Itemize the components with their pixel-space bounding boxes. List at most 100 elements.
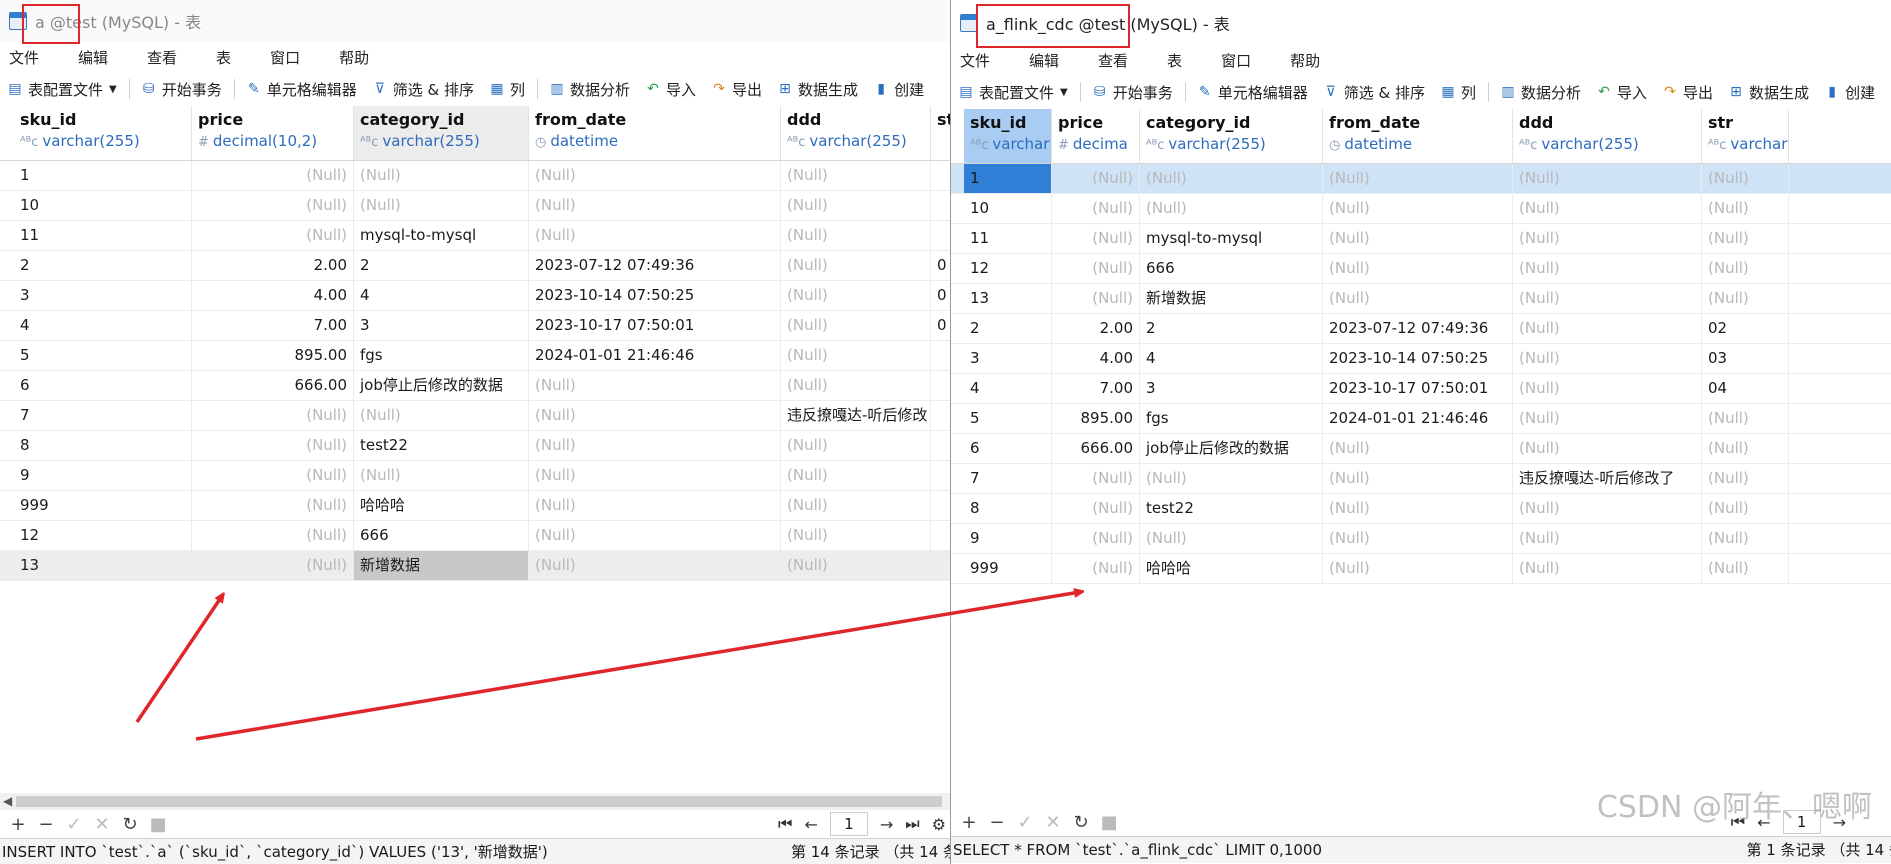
table-row[interactable]: 13 (Null) 新增数据 (Null) (Null) (Null): [951, 284, 1891, 314]
table-cell[interactable]: (Null): [192, 161, 354, 190]
table-cell[interactable]: (Null): [1052, 194, 1140, 223]
apply-icon[interactable]: ✓: [64, 814, 84, 835]
menu-view[interactable]: 查看: [147, 47, 177, 68]
table-cell[interactable]: 新增数据: [354, 551, 529, 580]
table-cell[interactable]: (Null): [354, 191, 529, 220]
table-cell[interactable]: (Null): [1323, 524, 1513, 553]
table-cell[interactable]: 666: [354, 521, 529, 550]
table-cell[interactable]: 2023-10-17 07:50:01: [529, 311, 781, 340]
table-cell[interactable]: (Null): [529, 521, 781, 550]
table-cell[interactable]: 10: [14, 191, 192, 220]
table-cell[interactable]: 哈哈哈: [354, 491, 529, 520]
table-cell[interactable]: (Null): [1140, 524, 1323, 553]
table-cell[interactable]: (Null): [529, 461, 781, 490]
table-row[interactable]: 13 (Null) 新增数据 (Null) (Null): [0, 551, 950, 581]
table-row[interactable]: 11 (Null) mysql-to-mysql (Null) (Null): [0, 221, 950, 251]
apply-icon[interactable]: ✓: [1015, 812, 1035, 833]
table-cell[interactable]: (Null): [1323, 494, 1513, 523]
table-cell[interactable]: (Null): [1323, 224, 1513, 253]
table-cell[interactable]: (Null): [192, 431, 354, 460]
table-cell[interactable]: 2.00: [192, 251, 354, 280]
table-cell[interactable]: [931, 371, 950, 400]
begin-transaction-button[interactable]: ⛁ 开始事务: [141, 79, 222, 100]
table-cell[interactable]: 13: [14, 551, 192, 580]
table-cell[interactable]: (Null): [529, 551, 781, 580]
gear-icon[interactable]: ⚙: [932, 815, 946, 834]
first-page-icon[interactable]: ⏮: [778, 814, 792, 834]
table-cell[interactable]: 2023-07-12 07:49:36: [1323, 314, 1513, 343]
table-cell[interactable]: 3: [14, 281, 192, 310]
table-cell[interactable]: [931, 521, 950, 550]
begin-transaction-button[interactable]: ⛁ 开始事务: [1092, 82, 1173, 103]
stop-icon[interactable]: ■: [1099, 812, 1119, 833]
table-cell[interactable]: (Null): [192, 551, 354, 580]
table-cell[interactable]: (Null): [1513, 344, 1702, 373]
table-profile-button[interactable]: ▤ 表配置文件 ▼: [958, 82, 1067, 103]
scroll-left-icon[interactable]: ◀: [3, 793, 12, 810]
table-cell[interactable]: 新增数据: [1140, 284, 1323, 313]
table-cell[interactable]: (Null): [781, 221, 931, 250]
table-row[interactable]: 8 (Null) test22 (Null) (Null) (Null): [951, 494, 1891, 524]
table-cell[interactable]: (Null): [1052, 554, 1140, 583]
menu-edit[interactable]: 编辑: [1029, 50, 1059, 71]
menu-help[interactable]: 帮助: [1290, 50, 1320, 71]
column-header[interactable]: from_date ◷ datetime: [529, 106, 781, 160]
table-cell[interactable]: (Null): [1702, 404, 1789, 433]
table-cell[interactable]: (Null): [529, 191, 781, 220]
table-cell[interactable]: (Null): [192, 521, 354, 550]
table-cell[interactable]: (Null): [1140, 194, 1323, 223]
table-cell[interactable]: (Null): [1323, 254, 1513, 283]
table-row[interactable]: 10 (Null) (Null) (Null) (Null) (Null): [951, 194, 1891, 224]
table-row[interactable]: 7 (Null) (Null) (Null) 违反撩嘎达-听后修改: [0, 401, 950, 431]
prev-page-icon[interactable]: ←: [1757, 813, 1770, 832]
table-cell[interactable]: (Null): [781, 281, 931, 310]
table-cell[interactable]: 2023-10-17 07:50:01: [1323, 374, 1513, 403]
columns-button[interactable]: ▦ 列: [1440, 82, 1476, 103]
table-cell[interactable]: (Null): [1052, 164, 1140, 193]
add-record-icon[interactable]: +: [959, 812, 979, 833]
table-cell[interactable]: (Null): [781, 521, 931, 550]
table-row[interactable]: 7 (Null) (Null) (Null) 违反撩嘎达-听后修改了 (Null): [951, 464, 1891, 494]
table-cell[interactable]: 02: [1702, 314, 1789, 343]
table-cell[interactable]: (Null): [1702, 434, 1789, 463]
table-cell[interactable]: (Null): [1513, 314, 1702, 343]
menu-help[interactable]: 帮助: [339, 47, 369, 68]
table-row[interactable]: 3 4.00 4 2023-10-14 07:50:25 (Null) 0: [0, 281, 950, 311]
table-cell[interactable]: (Null): [1702, 494, 1789, 523]
table-cell[interactable]: 895.00: [192, 341, 354, 370]
table-row[interactable]: 9 (Null) (Null) (Null) (Null): [0, 461, 950, 491]
table-cell[interactable]: 2023-07-12 07:49:36: [529, 251, 781, 280]
export-button[interactable]: ↷ 导出: [1662, 82, 1713, 103]
columns-button[interactable]: ▦ 列: [489, 79, 525, 100]
column-header[interactable]: st: [931, 106, 950, 160]
import-button[interactable]: ↶ 导入: [1596, 82, 1647, 103]
table-cell[interactable]: (Null): [1140, 464, 1323, 493]
table-cell[interactable]: 违反撩嘎达-听后修改: [781, 401, 931, 430]
table-cell[interactable]: (Null): [781, 491, 931, 520]
table-row[interactable]: 5 895.00 fgs 2024-01-01 21:46:46 (Null): [0, 341, 950, 371]
table-row[interactable]: 999 (Null) 哈哈哈 (Null) (Null): [0, 491, 950, 521]
table-row[interactable]: 8 (Null) test22 (Null) (Null): [0, 431, 950, 461]
create-chart-button[interactable]: ▮ 创建: [1824, 82, 1875, 103]
table-cell[interactable]: (Null): [1323, 164, 1513, 193]
first-page-icon[interactable]: ⏮: [1731, 812, 1745, 832]
table-row[interactable]: 11 (Null) mysql-to-mysql (Null) (Null) (Null): [951, 224, 1891, 254]
table-cell[interactable]: 2: [14, 251, 192, 280]
table-cell[interactable]: (Null): [781, 251, 931, 280]
table-row[interactable]: 6 666.00 job停止后修改的数据 (Null) (Null): [0, 371, 950, 401]
table-cell[interactable]: 2: [354, 251, 529, 280]
table-cell[interactable]: 2023-10-14 07:50:25: [1323, 344, 1513, 373]
table-cell[interactable]: fgs: [354, 341, 529, 370]
table-cell[interactable]: (Null): [781, 161, 931, 190]
table-cell[interactable]: (Null): [192, 491, 354, 520]
table-cell[interactable]: 2: [964, 314, 1052, 343]
table-profile-button[interactable]: ▤ 表配置文件 ▼: [7, 79, 116, 100]
discard-icon[interactable]: ✕: [1043, 812, 1063, 833]
table-row[interactable]: 10 (Null) (Null) (Null) (Null): [0, 191, 950, 221]
delete-record-icon[interactable]: −: [36, 814, 56, 835]
table-cell[interactable]: [931, 401, 950, 430]
refresh-icon[interactable]: ↻: [120, 814, 140, 835]
table-cell[interactable]: test22: [354, 431, 529, 460]
table-cell[interactable]: 6: [964, 434, 1052, 463]
table-cell[interactable]: (Null): [529, 431, 781, 460]
